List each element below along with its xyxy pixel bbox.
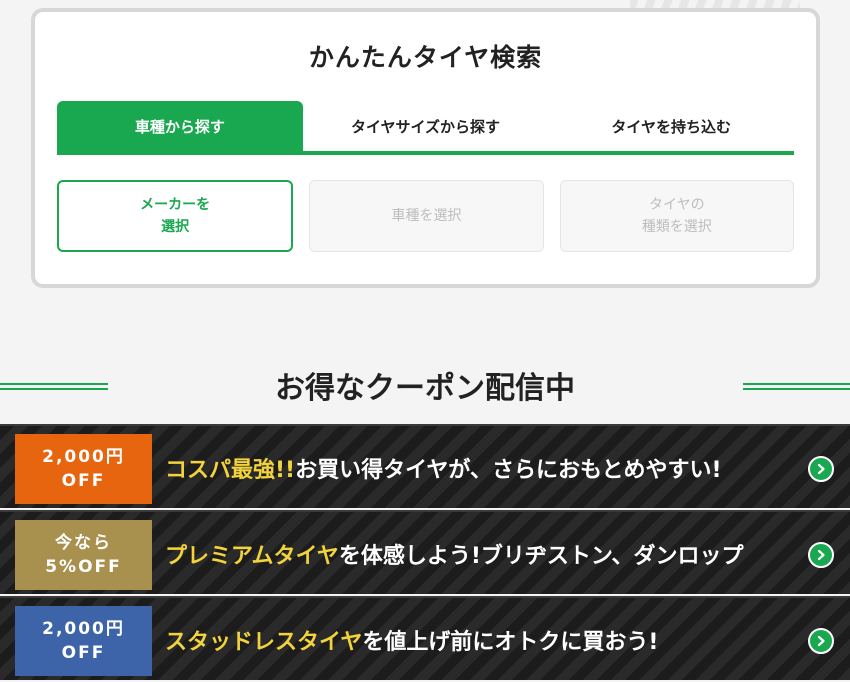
search-title: かんたんタイヤ検索 [308, 43, 543, 72]
tire-search-card: かんたんタイヤ検索 車種から探す タイヤサイズから探す タイヤを持ち込む メーカ… [31, 8, 820, 288]
page: かんたんタイヤ検索 車種から探す タイヤサイズから探す タイヤを持ち込む メーカ… [0, 0, 850, 682]
coupon-description: を値上げ前にオトクに買おう! [362, 630, 659, 655]
coupon-text: コスパ最強!! お買い得タイヤが、さらにおもとめやすい! [165, 426, 722, 510]
coupon-banner-cospa[interactable]: 2,000円 OFF コスパ最強!! お買い得タイヤが、さらにおもとめやすい! [0, 424, 850, 508]
coupon-highlight: スタッドレスタイヤ [165, 630, 363, 655]
discount-badge: 2,000円 OFF [15, 434, 152, 504]
search-tabs: 車種から探す タイヤサイズから探す タイヤを持ち込む [57, 101, 794, 155]
coupon-description: を体感しよう!ブリヂストン、ダンロップ [338, 544, 744, 569]
tab-bring-own-tires[interactable]: タイヤを持ち込む [548, 101, 794, 151]
coupon-section-header: お得なクーポン配信中 [0, 355, 850, 415]
badge-line-1: 今なら [55, 533, 112, 553]
coupon-text: プレミアムタイヤ を体感しよう!ブリヂストン、ダンロップ [165, 512, 744, 596]
badge-line-1: 2,000円 [42, 447, 125, 467]
select-car-model-button[interactable]: 車種を選択 [309, 180, 544, 252]
select-maker-button[interactable]: メーカーを 選択 [57, 180, 294, 252]
search-selectors: メーカーを 選択 車種を選択 タイヤの 種類を選択 [57, 180, 794, 252]
coupon-banner-premium[interactable]: 今なら 5%OFF プレミアムタイヤ を体感しよう!ブリヂストン、ダンロップ [0, 510, 850, 594]
discount-badge: 2,000円 OFF [15, 606, 152, 676]
chevron-right-circle-icon[interactable] [808, 456, 834, 482]
badge-line-2: OFF [61, 643, 106, 663]
chevron-right-circle-icon[interactable] [808, 628, 834, 654]
discount-badge: 今なら 5%OFF [15, 520, 152, 590]
tab-search-by-car[interactable]: 車種から探す [57, 101, 303, 151]
coupon-highlight: プレミアムタイヤ [165, 544, 339, 569]
coupon-text: スタッドレスタイヤ を値上げ前にオトクに買おう! [165, 598, 658, 682]
header-decoration-right [743, 383, 850, 391]
coupon-highlight: コスパ最強!! [165, 458, 296, 483]
badge-line-1: 2,000円 [42, 619, 125, 639]
select-tire-type-button[interactable]: タイヤの 種類を選択 [559, 180, 794, 252]
coupon-list: 2,000円 OFF コスパ最強!! お買い得タイヤが、さらにおもとめやすい! 今… [0, 424, 850, 682]
tab-search-by-tire-size[interactable]: タイヤサイズから探す [303, 101, 549, 151]
badge-line-2: OFF [61, 471, 106, 491]
coupon-description: お買い得タイヤが、さらにおもとめやすい! [295, 458, 722, 483]
coupon-section-title: お得なクーポン配信中 [275, 371, 575, 406]
coupon-banner-studless[interactable]: 2,000円 OFF スタッドレスタイヤ を値上げ前にオトクに買おう! [0, 596, 850, 680]
badge-line-2: 5%OFF [45, 557, 122, 577]
chevron-right-circle-icon[interactable] [808, 542, 834, 568]
